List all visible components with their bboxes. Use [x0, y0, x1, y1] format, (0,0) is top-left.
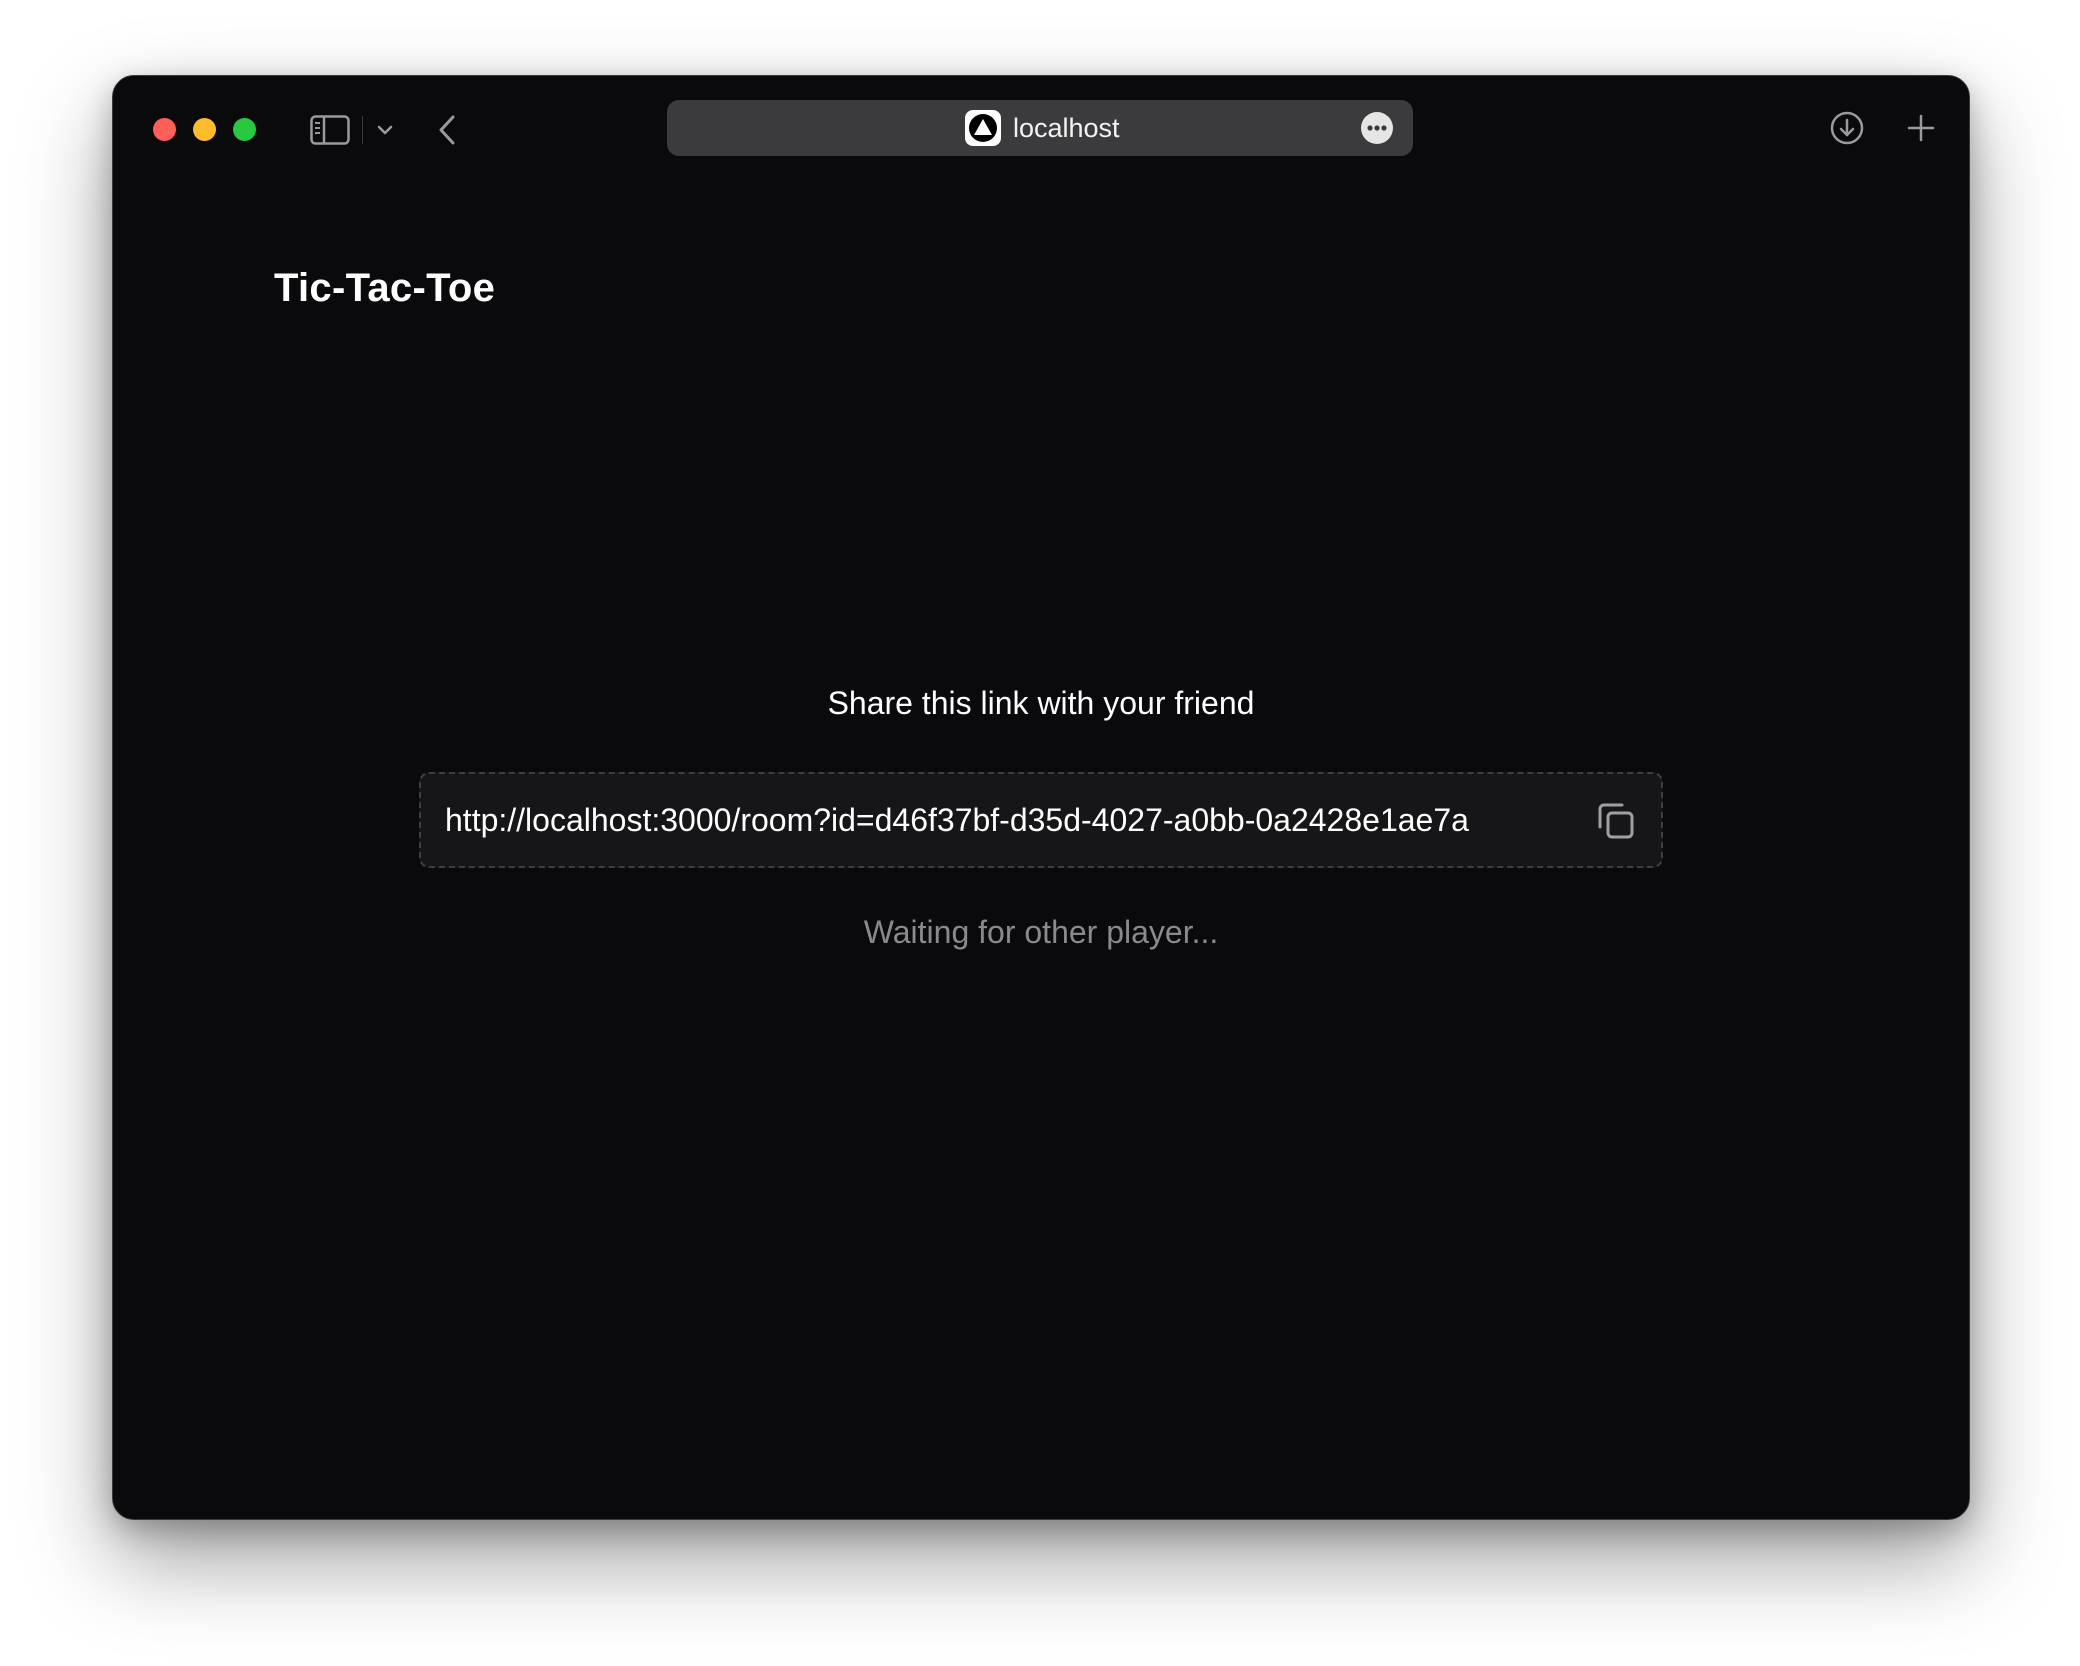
share-link-box[interactable]: http://localhost:3000/room?id=d46f37bf-d…	[419, 772, 1663, 868]
waiting-status: Waiting for other player...	[863, 914, 1219, 950]
sidebar-icon[interactable]	[309, 114, 351, 146]
browser-window: localhost Tic-Tac-Toe Share this link wi…	[112, 75, 1970, 1520]
page-title: Tic-Tac-Toe	[274, 266, 496, 310]
address-text: localhost	[1013, 113, 1120, 143]
plus-icon[interactable]	[1901, 108, 1941, 148]
chevron-left-icon[interactable]	[429, 110, 465, 150]
close-window-button[interactable]	[153, 118, 176, 141]
page-content: Tic-Tac-Toe Share this link with your fr…	[113, 180, 1969, 1519]
share-instruction: Share this link with your friend	[827, 685, 1255, 721]
browser-toolbar: localhost	[113, 76, 1969, 180]
toolbar-divider	[362, 116, 363, 144]
share-link-text[interactable]: http://localhost:3000/room?id=d46f37bf-d…	[445, 774, 1469, 866]
maximize-window-button[interactable]	[233, 118, 256, 141]
copy-icon[interactable]	[1593, 798, 1639, 844]
minimize-window-button[interactable]	[193, 118, 216, 141]
triangle-logo-icon	[965, 110, 1001, 146]
ellipsis-icon[interactable]	[1361, 112, 1393, 144]
download-icon[interactable]	[1827, 108, 1867, 148]
chevron-down-icon[interactable]	[371, 116, 399, 144]
address-bar[interactable]: localhost	[667, 100, 1413, 156]
